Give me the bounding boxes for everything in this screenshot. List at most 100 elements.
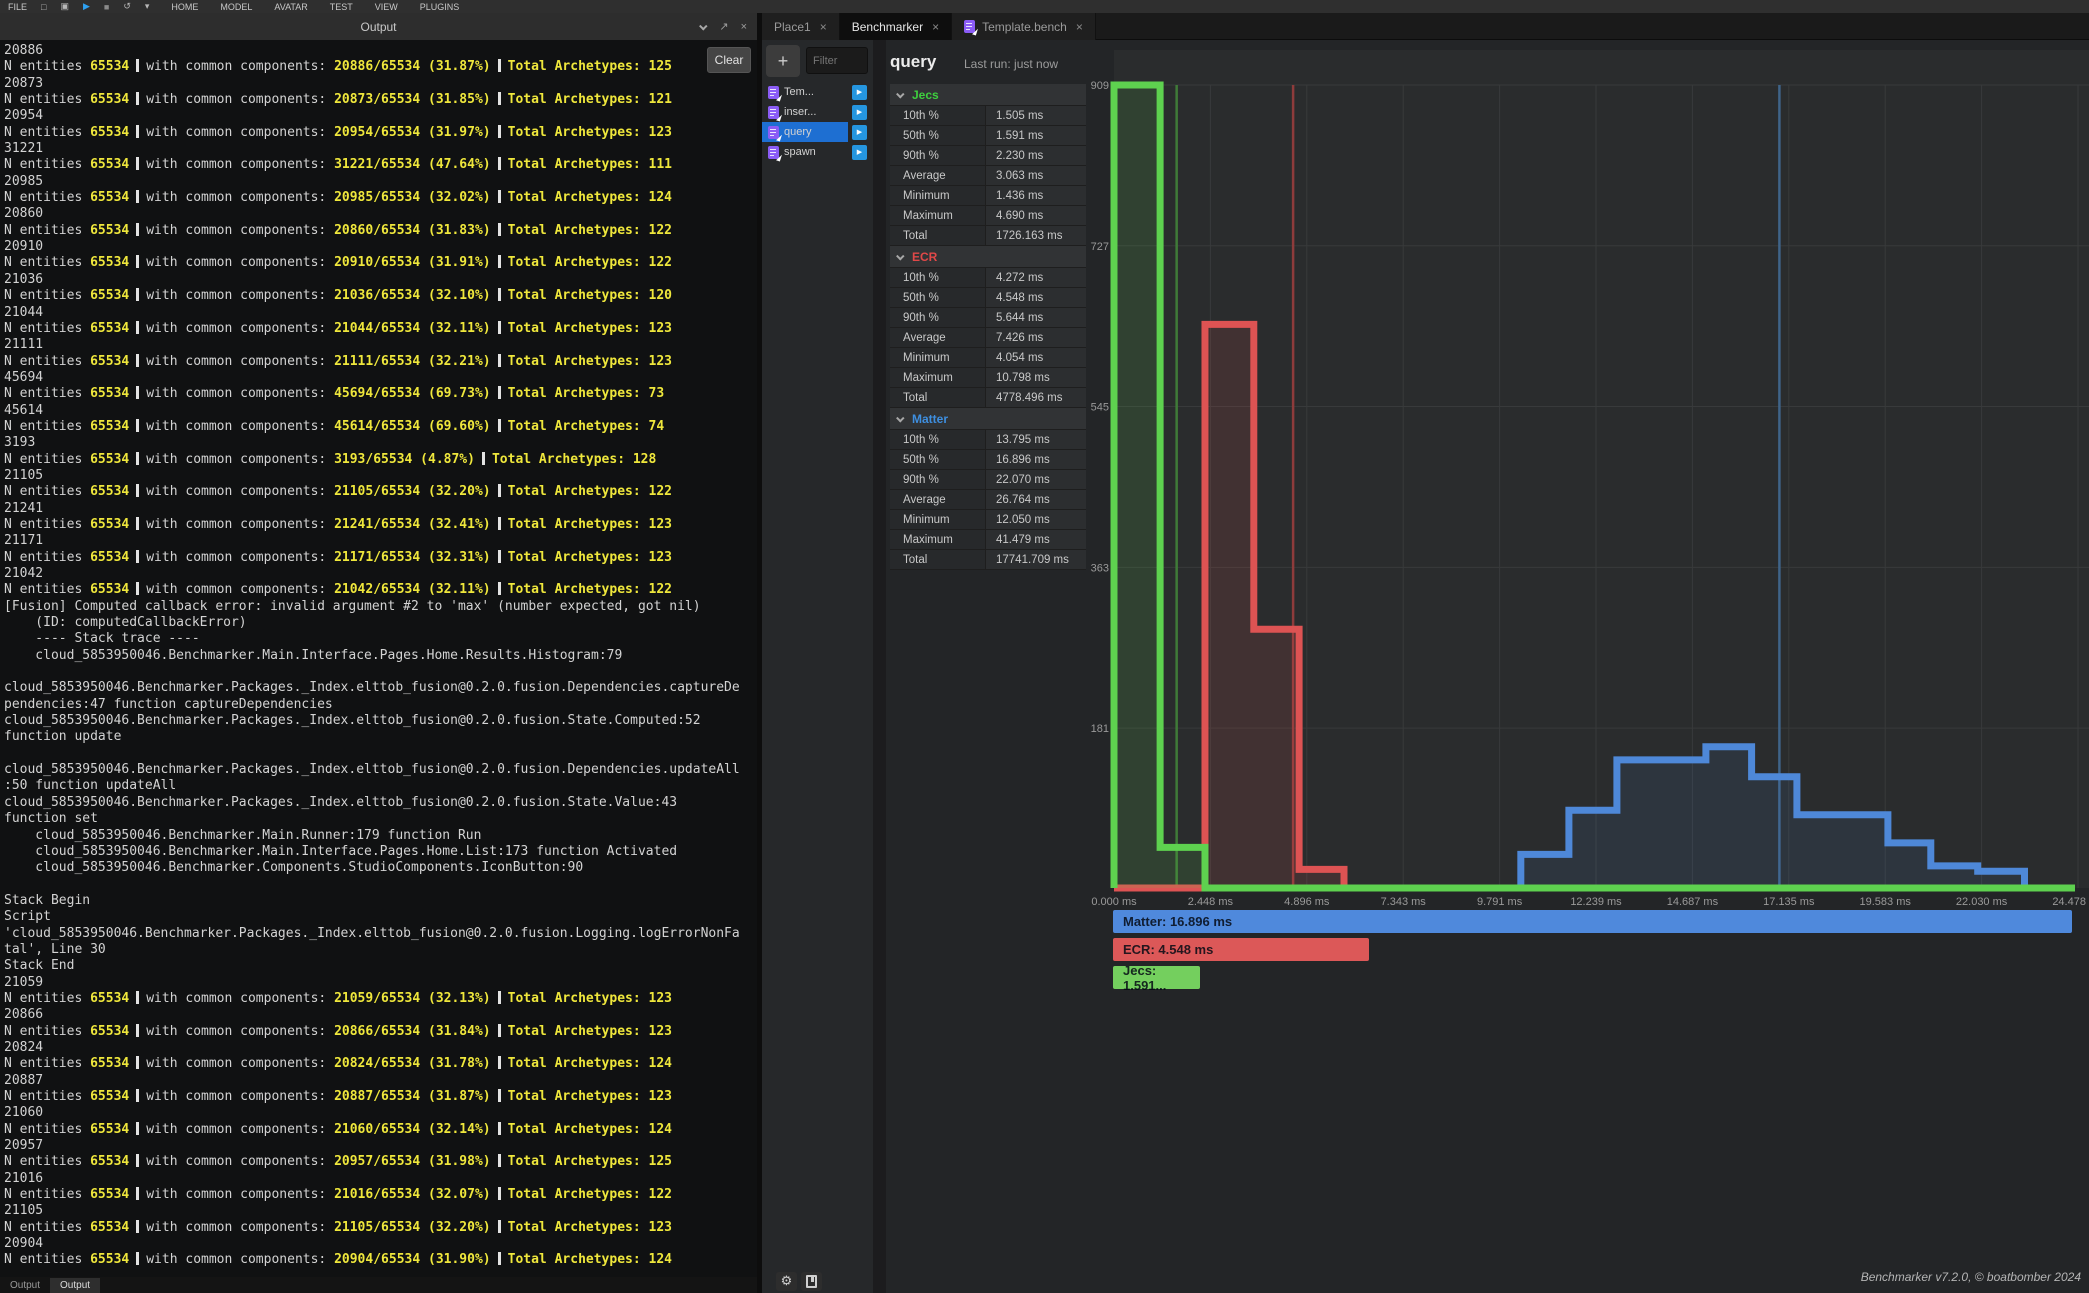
tab-template-bench[interactable]: Template.bench× (952, 13, 1096, 40)
stat-row: 50th %4.548 ms (890, 288, 1086, 308)
benchmark-item-tem[interactable]: Tem...▶ (762, 82, 873, 102)
log-line: N entities 65534with common components: … (4, 452, 757, 468)
svg-text:12.239 ms: 12.239 ms (1570, 896, 1622, 908)
menu-model[interactable]: MODEL (220, 2, 252, 12)
menu-avatar[interactable]: AVATAR (274, 2, 307, 12)
output-panel-header[interactable]: Output ↗ × (0, 13, 757, 40)
menu-plugins[interactable]: PLUGINS (420, 2, 460, 12)
stat-row: 10th %4.272 ms (890, 268, 1086, 288)
stat-row: Minimum4.054 ms (890, 348, 1086, 368)
new-document-icon[interactable]: □ (41, 2, 46, 12)
benchmark-item-query[interactable]: query▶ (762, 122, 873, 142)
menu-test[interactable]: TEST (330, 2, 353, 12)
log-line: 21171 (4, 533, 757, 549)
menu-file[interactable]: FILE (8, 2, 27, 12)
run-benchmark-button[interactable]: ▶ (852, 105, 867, 120)
settings-gear-icon[interactable]: ⚙ (776, 1272, 797, 1291)
log-line: N entities 65534with common components: … (4, 991, 757, 1007)
menu-home[interactable]: HOME (171, 2, 198, 12)
svg-text:14.687 ms: 14.687 ms (1667, 896, 1719, 908)
panel-splitter[interactable] (873, 40, 886, 1293)
popout-icon[interactable]: ↗ (719, 20, 728, 33)
console-log: 20886 N entities 65534with common compone… (0, 40, 757, 1277)
run-benchmark-button[interactable]: ▶ (852, 85, 867, 100)
stat-row: 90th %22.070 ms (890, 470, 1086, 490)
docs-book-icon[interactable] (801, 1272, 822, 1291)
stat-row: Total4778.496 ms (890, 388, 1086, 408)
log-line: 31221 (4, 141, 757, 157)
dock-tab-bar: OutputOutput (0, 1277, 757, 1293)
undo-icon[interactable]: ↺ (123, 1, 131, 12)
tab-place1[interactable]: Place1× (762, 13, 840, 40)
log-line: 21105 (4, 468, 757, 484)
menu-view[interactable]: VIEW (375, 2, 398, 12)
editor-tab-bar: Place1×Benchmarker×Template.bench× (762, 13, 2089, 40)
benchmark-item-spawn[interactable]: spawn▶ (762, 142, 873, 162)
tab-benchmarker[interactable]: Benchmarker× (840, 13, 952, 40)
close-icon[interactable]: × (741, 21, 747, 33)
log-line: 21016 (4, 1171, 757, 1187)
log-line: 20886 (4, 43, 757, 59)
script-icon (768, 106, 779, 119)
log-line: N entities 65534with common components: … (4, 386, 757, 402)
log-line: 20954 (4, 108, 757, 124)
log-line: 21059 (4, 975, 757, 991)
log-line: 21036 (4, 272, 757, 288)
log-line: 21111 (4, 337, 757, 353)
tab-close-icon[interactable]: × (1076, 20, 1083, 34)
dropdown-caret-icon[interactable]: ▾ (145, 1, 150, 12)
log-line: N entities 65534with common components: … (4, 582, 757, 598)
filter-input[interactable] (806, 47, 868, 74)
tab-close-icon[interactable]: × (820, 20, 827, 34)
benchmark-list-panel: + Tem...▶inser...▶query▶spawn▶ ⚙ (762, 40, 873, 1293)
chevron-down-icon[interactable] (699, 22, 707, 30)
legend-bar-ecr: ECR: 4.548 ms (1113, 938, 1369, 961)
run-benchmark-button[interactable]: ▶ (852, 145, 867, 160)
tab-close-icon[interactable]: × (932, 20, 939, 34)
dock-tab-output[interactable]: Output (0, 1278, 50, 1293)
stop-icon[interactable]: ■ (104, 2, 109, 12)
menu-bar: FILE □ ▣ ▶ ■ ↺ ▾ HOME MODEL AVATAR TEST VIEW… (0, 0, 2089, 13)
benchmark-list: Tem...▶inser...▶query▶spawn▶ (762, 82, 873, 162)
save-icon[interactable]: ▣ (60, 1, 69, 12)
log-line: N entities 65534with common components: … (4, 1252, 757, 1268)
stats-section-header-ecr[interactable]: ECR (890, 246, 1086, 268)
histogram-chart: 9097275453631810.000 ms2.448 ms4.896 ms7… (1090, 50, 2089, 908)
clear-button[interactable]: Clear (707, 47, 751, 73)
output-panel-title: Output (360, 20, 396, 34)
play-icon[interactable]: ▶ (83, 1, 90, 12)
log-line: 20904 (4, 1236, 757, 1252)
log-line: pendencies:47 function captureDependenci… (4, 697, 757, 713)
log-line: function update (4, 729, 757, 745)
svg-text:17.135 ms: 17.135 ms (1763, 896, 1815, 908)
log-line: 3193 (4, 435, 757, 451)
script-icon (768, 86, 779, 99)
run-benchmark-button[interactable]: ▶ (852, 125, 867, 140)
log-line: (ID: computedCallbackError) (4, 615, 757, 631)
svg-text:24.478 ms: 24.478 ms (2052, 896, 2089, 908)
script-icon (964, 20, 975, 33)
benchmark-item-inser[interactable]: inser...▶ (762, 102, 873, 122)
stat-row: 90th %5.644 ms (890, 308, 1086, 328)
log-line: 45614 (4, 403, 757, 419)
list-panel-footer: ⚙ (762, 1269, 873, 1293)
chevron-down-icon (896, 252, 904, 260)
stats-section-header-jecs[interactable]: Jecs (890, 84, 1086, 106)
log-line: cloud_5853950046.Benchmarker.Main.Runner… (4, 828, 757, 844)
stats-table: Jecs10th %1.505 ms50th %1.591 ms90th %2.… (890, 84, 1086, 570)
chevron-down-icon (896, 90, 904, 98)
dock-tab-output[interactable]: Output (50, 1278, 100, 1293)
stat-row: Maximum10.798 ms (890, 368, 1086, 388)
add-benchmark-button[interactable]: + (766, 45, 800, 77)
log-line: function set (4, 811, 757, 827)
stat-row: Average7.426 ms (890, 328, 1086, 348)
log-line: Stack End (4, 958, 757, 974)
log-line (4, 664, 757, 680)
log-line: cloud_5853950046.Benchmarker.Packages._I… (4, 762, 757, 778)
log-line: Stack Begin (4, 893, 757, 909)
log-line: :50 function updateAll (4, 778, 757, 794)
log-line: N entities 65534with common components: … (4, 1122, 757, 1138)
stats-section-header-matter[interactable]: Matter (890, 408, 1086, 430)
log-line: cloud_5853950046.Benchmarker.Main.Interf… (4, 844, 757, 860)
studio-window: FILE □ ▣ ▶ ■ ↺ ▾ HOME MODEL AVATAR TEST VIEW… (0, 0, 2089, 1293)
